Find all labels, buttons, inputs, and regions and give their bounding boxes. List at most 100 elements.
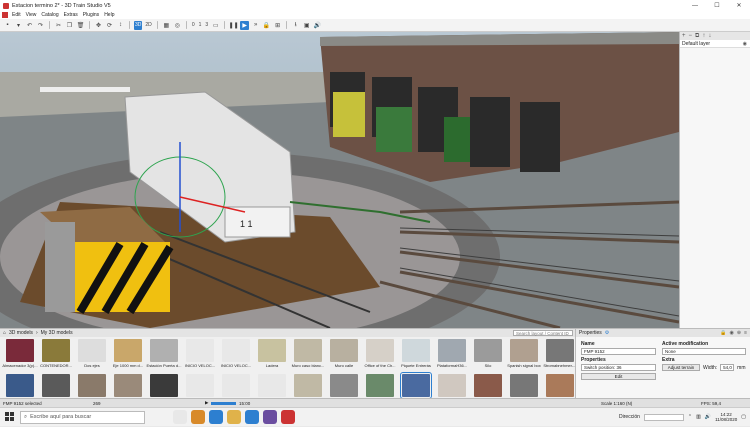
- play-icon[interactable]: ▶: [240, 20, 250, 30]
- menu-view[interactable]: View: [26, 12, 37, 18]
- library-item-thumbnail: [400, 372, 432, 399]
- volume-tray-icon[interactable]: 🔊: [705, 414, 711, 420]
- taskbar-search-input[interactable]: ⌕ Escribe aquí para buscar: [20, 410, 145, 424]
- lock-icon[interactable]: 🔒: [720, 330, 726, 336]
- layers-panel: + − ⧉ ↑ ↓ Default layer ◉: [679, 32, 750, 328]
- library-item[interactable]: Almacenador 3(p)...: [2, 337, 38, 372]
- move-icon[interactable]: ✥: [94, 21, 103, 30]
- name-input[interactable]: FMP 9152: [581, 348, 656, 355]
- library-item-thumbnail: [510, 339, 538, 362]
- app-icon: [3, 2, 9, 9]
- save-dropdown-icon[interactable]: ▾: [14, 21, 23, 30]
- properties-header: Properties ⚙ 🔒 ◉ ⊕ ≡: [576, 329, 750, 337]
- store-icon[interactable]: [245, 410, 259, 424]
- library-item[interactable]: Dos ejes: [74, 337, 110, 372]
- library-item[interactable]: Silo: [470, 337, 506, 372]
- redo-icon[interactable]: ↷: [36, 21, 45, 30]
- train-studio-taskbar-icon[interactable]: [281, 410, 295, 424]
- pin-icon[interactable]: ⊕: [737, 330, 741, 336]
- library-item-thumbnail: [186, 339, 214, 362]
- library-item-thumbnail: [438, 339, 466, 362]
- graph-icon[interactable]: ⊞: [273, 21, 282, 30]
- eye-icon[interactable]: ◉: [730, 330, 734, 336]
- maximize-button[interactable]: ☐: [706, 0, 728, 11]
- breadcrumb-root[interactable]: 3D models: [9, 330, 33, 336]
- undo-icon[interactable]: ↶: [25, 21, 34, 30]
- rotate-icon[interactable]: ⟳: [105, 21, 114, 30]
- height-icon[interactable]: ↕: [116, 21, 125, 30]
- library-item[interactable]: CONTENEDOR...: [38, 337, 74, 372]
- menu-file-icon[interactable]: [2, 12, 8, 18]
- breadcrumb-current[interactable]: My 3D models: [41, 330, 73, 336]
- library-item[interactable]: Ladera: [254, 337, 290, 372]
- width-input[interactable]: 54,0: [720, 364, 735, 371]
- file-explorer-icon[interactable]: [227, 410, 241, 424]
- speed-3-button[interactable]: 3: [204, 21, 209, 30]
- remove-layer-icon[interactable]: −: [689, 33, 693, 39]
- mode-3d-button[interactable]: 3D: [134, 20, 143, 30]
- home-icon[interactable]: ⌂: [3, 330, 6, 336]
- system-clock[interactable]: 14:22 11/08/2020: [715, 412, 737, 422]
- speed-1-button[interactable]: 1: [198, 21, 203, 30]
- menu-extras[interactable]: Extras: [64, 12, 78, 18]
- separator: [89, 21, 90, 29]
- windows-logo-icon: [5, 412, 14, 421]
- lock-icon[interactable]: 🔒: [262, 21, 271, 30]
- library-search-input[interactable]: Search layout / Content ID: [513, 330, 573, 336]
- library-item[interactable]: Estación Puerta d...: [146, 337, 182, 372]
- menu-plugins[interactable]: Plugins: [83, 12, 99, 18]
- notifications-icon[interactable]: ▢: [741, 414, 746, 420]
- screenshot-icon[interactable]: ▣: [302, 21, 311, 30]
- edge-icon[interactable]: [209, 410, 223, 424]
- library-item[interactable]: INICIO VELOC...: [218, 337, 254, 372]
- library-item[interactable]: INICIO VELOC...: [182, 337, 218, 372]
- chevron-up-icon[interactable]: ⌃: [688, 414, 692, 420]
- app-icon-2[interactable]: [191, 410, 205, 424]
- library-item[interactable]: PlataformaH36...: [434, 337, 470, 372]
- volume-icon[interactable]: 🔊: [313, 21, 322, 30]
- fast-forward-icon[interactable]: »: [251, 21, 260, 30]
- menu-catalog[interactable]: Catalog: [41, 12, 58, 18]
- grid-icon[interactable]: ▦: [162, 21, 171, 30]
- add-layer-icon[interactable]: +: [682, 33, 686, 39]
- library-item[interactable]: Stromabnehmer-...: [542, 337, 578, 372]
- chrome-icon[interactable]: [173, 410, 187, 424]
- library-item[interactable]: Eje 1000 mm d...: [110, 337, 146, 372]
- network-icon[interactable]: ▥: [696, 414, 701, 420]
- layer-up-icon[interactable]: ↑: [702, 33, 705, 39]
- settings-icon[interactable]: ⚙: [605, 330, 609, 336]
- eye-icon[interactable]: ◉: [743, 41, 747, 47]
- 3d-viewport[interactable]: 1 1: [0, 32, 679, 328]
- bulb-icon[interactable]: ◎: [173, 21, 182, 30]
- layer-down-icon[interactable]: ↓: [708, 33, 711, 39]
- adjust-terrain-button[interactable]: Adjust terrain: [662, 364, 700, 371]
- library-item[interactable]: Muro calle: [326, 337, 362, 372]
- address-input[interactable]: [643, 413, 684, 421]
- download-icon[interactable]: ⭳: [291, 21, 300, 30]
- close-button[interactable]: ✕: [728, 0, 750, 11]
- library-item[interactable]: Spanish signal box: [506, 337, 542, 372]
- layer-row[interactable]: Default layer ◉: [680, 40, 750, 48]
- camera-icon[interactable]: ▭: [211, 21, 220, 30]
- switch-position-select[interactable]: Switch position: 36: [581, 364, 656, 371]
- save-icon[interactable]: ▪: [3, 21, 12, 30]
- library-item[interactable]: Office of the Ch...: [362, 337, 398, 372]
- speed-0-button[interactable]: 0: [191, 21, 196, 30]
- active-modification-select[interactable]: None: [662, 348, 746, 355]
- mode-2d-button[interactable]: 2D: [144, 21, 152, 30]
- minimize-button[interactable]: —: [684, 0, 706, 11]
- library-item[interactable]: Muro caso blanc...: [290, 337, 326, 372]
- menu-edit[interactable]: Edit: [12, 12, 21, 18]
- delete-icon[interactable]: 🗑: [76, 21, 85, 30]
- copy-icon[interactable]: ❐: [65, 21, 74, 30]
- edit-button[interactable]: Edit: [581, 373, 656, 380]
- cut-icon[interactable]: ✂: [54, 21, 63, 30]
- duplicate-layer-icon[interactable]: ⧉: [695, 33, 699, 40]
- app-icon-6[interactable]: [263, 410, 277, 424]
- windows-start-icon[interactable]: [0, 408, 20, 427]
- library-item[interactable]: Piquete Entrerás: [398, 337, 434, 372]
- menu-help[interactable]: Help: [104, 12, 114, 18]
- menu-icon[interactable]: ≡: [744, 330, 747, 336]
- library-item-thumbnail: [186, 374, 214, 397]
- pause-icon[interactable]: ❚❚: [229, 21, 239, 30]
